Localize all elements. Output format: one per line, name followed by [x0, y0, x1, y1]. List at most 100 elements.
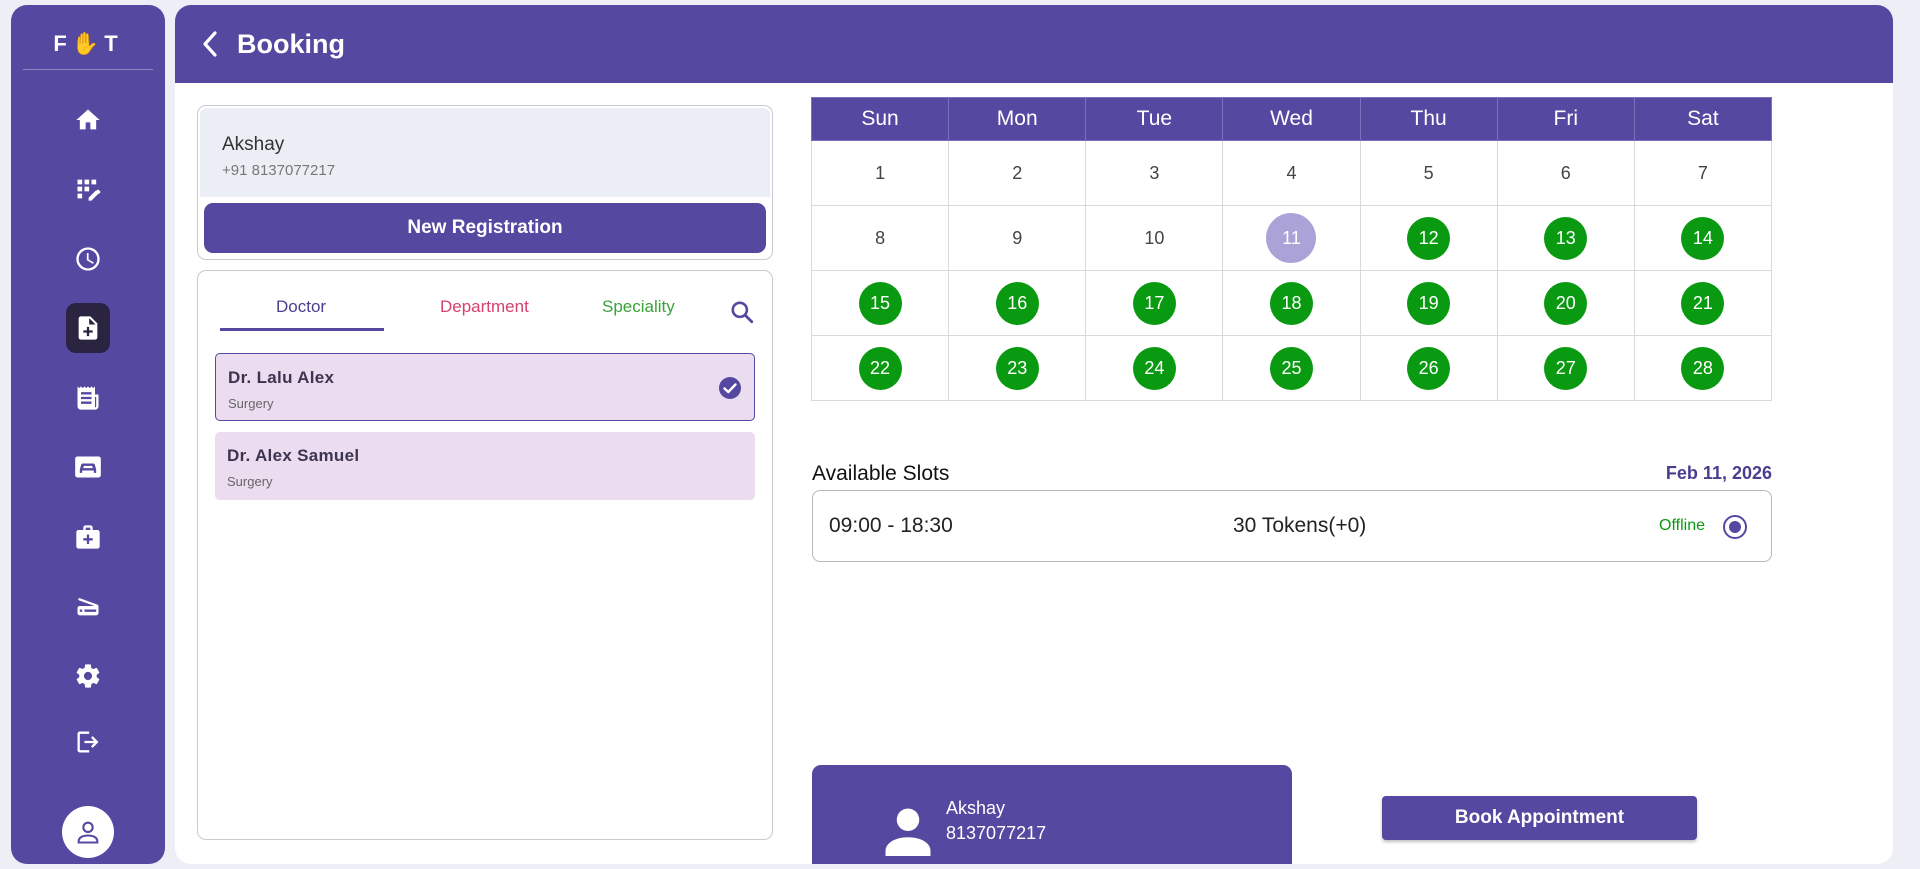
- profile-button[interactable]: [62, 806, 114, 858]
- doctor-item[interactable]: Dr. Lalu Alex Surgery: [215, 353, 755, 421]
- calendar-day[interactable]: 18: [1222, 270, 1361, 336]
- calendar-week: 8 9 10 11 12 13 14: [810, 205, 1773, 271]
- weekday-header: Sun: [810, 97, 950, 141]
- available-day[interactable]: 27: [1544, 346, 1588, 390]
- calendar-day[interactable]: 11: [1222, 205, 1361, 271]
- doctor-department: Surgery: [227, 474, 273, 489]
- patient-info[interactable]: Akshay +91 8137077217: [200, 108, 770, 197]
- calendar-day[interactable]: 15: [810, 270, 950, 336]
- tab-doctor[interactable]: Doctor: [276, 297, 326, 317]
- summary-name: Akshay: [946, 798, 1006, 818]
- sidebar-item-settings[interactable]: [66, 651, 110, 701]
- available-day[interactable]: 14: [1681, 216, 1725, 260]
- calendar-day[interactable]: 16: [948, 270, 1087, 336]
- available-day[interactable]: 19: [1407, 281, 1451, 325]
- calendar-day[interactable]: 25: [1222, 335, 1361, 401]
- available-day[interactable]: 22: [858, 346, 902, 390]
- calendar-day[interactable]: 17: [1085, 270, 1224, 336]
- available-day[interactable]: 18: [1269, 281, 1313, 325]
- calendar-day[interactable]: 21: [1633, 270, 1773, 336]
- calendar-week: 1 2 3 4 5 6 7: [810, 140, 1773, 206]
- back-button[interactable]: [199, 26, 227, 62]
- medical-kit-icon: [76, 525, 100, 549]
- slot-tokens: 30 Tokens(+0): [1233, 514, 1367, 537]
- weekday-header: Sat: [1633, 97, 1773, 141]
- sidebar-item-dashboard[interactable]: [66, 164, 110, 214]
- calendar-day[interactable]: 10: [1085, 205, 1224, 271]
- calendar-day[interactable]: 9: [948, 205, 1087, 271]
- available-day[interactable]: 24: [1132, 346, 1176, 390]
- sidebar-item-history[interactable]: [66, 234, 110, 284]
- available-day[interactable]: 28: [1681, 346, 1725, 390]
- calendar-day[interactable]: 22: [810, 335, 950, 401]
- calendar-day[interactable]: 12: [1359, 205, 1498, 271]
- radio-dot: [1729, 521, 1741, 533]
- calendar-day[interactable]: 4: [1222, 140, 1361, 206]
- summary-phone: 8137077217: [946, 823, 1047, 843]
- day-number: 8: [875, 227, 886, 248]
- calendar-day[interactable]: 3: [1085, 140, 1224, 206]
- tab-speciality[interactable]: Speciality: [602, 297, 675, 317]
- weekday-header: Tue: [1085, 97, 1224, 141]
- sidebar-item-logout[interactable]: [66, 717, 110, 767]
- calendar-day[interactable]: 19: [1359, 270, 1498, 336]
- sidebar-item-billing[interactable]: [66, 373, 110, 423]
- weekday-header: Thu: [1359, 97, 1498, 141]
- available-day[interactable]: 16: [995, 281, 1039, 325]
- calendar-day[interactable]: 14: [1633, 205, 1773, 271]
- day-number: 9: [1012, 227, 1023, 248]
- calendar-day[interactable]: 23: [948, 335, 1087, 401]
- available-day[interactable]: 12: [1407, 216, 1451, 260]
- logo-divider: [23, 69, 153, 70]
- calendar-day[interactable]: 27: [1496, 335, 1635, 401]
- slot-time: 09:00 - 18:30: [829, 514, 953, 537]
- book-appointment-button[interactable]: Book Appointment: [1382, 796, 1697, 840]
- available-day[interactable]: 17: [1132, 281, 1176, 325]
- weekday-header: Fri: [1496, 97, 1635, 141]
- calendar-day[interactable]: 20: [1496, 270, 1635, 336]
- calendar-day[interactable]: 5: [1359, 140, 1498, 206]
- sidebar-item-booking[interactable]: [66, 303, 110, 353]
- available-day[interactable]: 20: [1544, 281, 1588, 325]
- calendar-day[interactable]: 2: [948, 140, 1087, 206]
- calendar-day[interactable]: 24: [1085, 335, 1224, 401]
- available-day[interactable]: 25: [1269, 346, 1313, 390]
- calendar-day[interactable]: 8: [810, 205, 950, 271]
- available-day[interactable]: 15: [858, 281, 902, 325]
- doctor-department: Surgery: [228, 396, 274, 411]
- sidebar-item-medical[interactable]: [66, 512, 110, 562]
- available-day[interactable]: 13: [1544, 216, 1588, 260]
- doctor-name: Dr. Alex Samuel: [227, 446, 360, 465]
- available-day[interactable]: 23: [995, 346, 1039, 390]
- active-tab-indicator: [220, 328, 384, 331]
- calendar-day[interactable]: 7: [1633, 140, 1773, 206]
- day-number: 6: [1560, 162, 1571, 183]
- available-day[interactable]: 26: [1407, 346, 1451, 390]
- selected-day[interactable]: 11: [1266, 213, 1317, 263]
- day-number: 5: [1423, 162, 1434, 183]
- available-day[interactable]: 21: [1681, 281, 1725, 325]
- sidebar-item-home[interactable]: [66, 95, 110, 145]
- sidebar-item-scanner[interactable]: [66, 581, 110, 631]
- grid-edit-icon: [77, 179, 101, 201]
- selected-date: Feb 11, 2026: [1665, 463, 1772, 483]
- day-number: 7: [1697, 162, 1708, 183]
- calendar-day[interactable]: 6: [1496, 140, 1635, 206]
- calendar-day[interactable]: 26: [1359, 335, 1498, 401]
- calendar-day[interactable]: 1: [810, 140, 950, 206]
- search-icon[interactable]: [729, 299, 755, 325]
- gear-icon: [76, 664, 100, 688]
- doctor-name: Dr. Lalu Alex: [228, 368, 335, 387]
- tab-department[interactable]: Department: [440, 297, 529, 317]
- day-number: 10: [1144, 227, 1165, 248]
- slot-radio[interactable]: [1723, 515, 1747, 539]
- calendar-day[interactable]: 13: [1496, 205, 1635, 271]
- slot-card[interactable]: 09:00 - 18:30 30 Tokens(+0) Offline: [812, 490, 1772, 562]
- scanner-icon: [77, 597, 99, 616]
- weekday-header: Mon: [948, 97, 1087, 141]
- doctor-item[interactable]: Dr. Alex Samuel Surgery: [215, 432, 755, 500]
- calendar-day[interactable]: 28: [1633, 335, 1773, 401]
- new-registration-button[interactable]: New Registration: [204, 203, 766, 253]
- day-number: 1: [875, 162, 886, 183]
- sidebar-item-beds[interactable]: [66, 442, 110, 492]
